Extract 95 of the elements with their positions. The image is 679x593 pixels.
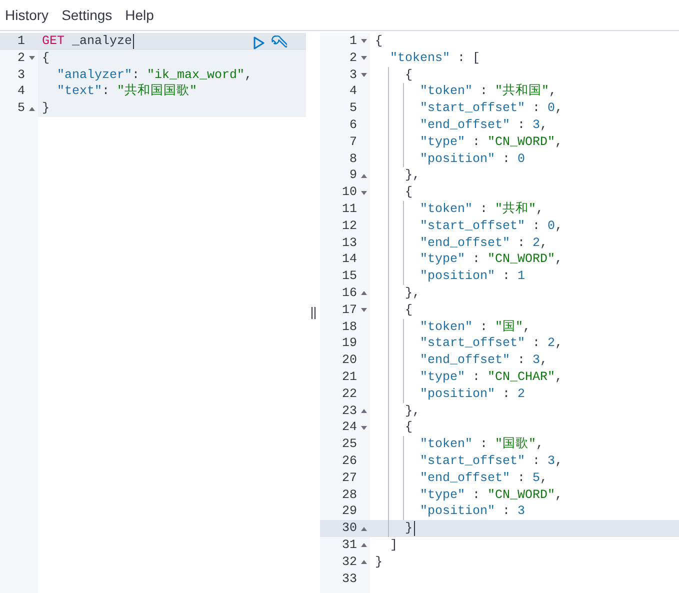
fold-icon[interactable] <box>360 291 366 296</box>
code-line: "end_offset" : 3, <box>419 352 548 369</box>
code-line: "token" : "国", <box>419 318 531 336</box>
line-number: 26 <box>340 452 357 470</box>
line-number: 8 <box>348 150 357 168</box>
line-number: 5 <box>16 100 25 117</box>
code-line: "end_offset" : 3, <box>419 116 548 134</box>
line-number: 24 <box>340 419 357 436</box>
code-line: } <box>42 100 50 117</box>
code-line: { <box>404 66 413 84</box>
code-line: ] <box>389 536 398 554</box>
code-line: } <box>404 520 413 537</box>
line-number: 29 <box>340 503 357 520</box>
code-line: "token" : "国歌", <box>419 436 544 453</box>
line-number: 25 <box>340 436 357 453</box>
line-number: 12 <box>340 218 357 235</box>
line-number: 3 <box>16 66 25 84</box>
line-number: 10 <box>340 184 357 201</box>
line-number: 22 <box>340 386 357 403</box>
code-line: "type" : "CN_WORD", <box>419 251 563 268</box>
code-line: { <box>404 302 413 319</box>
code-line: "token" : "共和国", <box>419 83 557 100</box>
code-line: } <box>375 554 383 570</box>
line-number: 33 <box>340 570 357 588</box>
line-number: 15 <box>340 268 357 285</box>
fold-icon[interactable] <box>360 308 366 312</box>
line-number: 5 <box>348 100 357 117</box>
fold-icon[interactable] <box>28 56 34 60</box>
line-number: 18 <box>340 318 357 336</box>
menu-item[interactable]: History <box>0 7 54 23</box>
line-number: 20 <box>340 352 357 369</box>
fold-icon[interactable] <box>360 190 366 195</box>
fold-icon[interactable] <box>360 72 366 77</box>
code-line: "position" : 1 <box>419 268 526 285</box>
code-line: "start_offset" : 3, <box>419 452 563 470</box>
code-line: }, <box>404 167 420 184</box>
line-number: 23 <box>340 402 357 420</box>
run-button[interactable] <box>251 35 267 51</box>
line-number: 2 <box>348 50 357 67</box>
line-number: 4 <box>16 83 25 100</box>
code-line: "type" : "CN_WORD", <box>419 486 563 504</box>
line-number: 31 <box>340 536 357 554</box>
line-number: 30 <box>340 520 357 537</box>
code-line: }, <box>404 402 420 420</box>
code-line: "type" : "CN_CHAR", <box>419 368 563 386</box>
code-line: "end_offset" : 5, <box>419 470 548 487</box>
fold-icon[interactable] <box>360 174 366 178</box>
line-number: 21 <box>340 368 357 386</box>
code-line: "start_offset" : 0, <box>419 218 563 235</box>
code-line: "type" : "CN_WORD", <box>419 134 563 151</box>
line-number: 19 <box>340 335 357 352</box>
play-icon <box>253 36 265 50</box>
code-line: { <box>404 419 413 436</box>
fold-icon[interactable] <box>360 56 366 60</box>
code-line: "position" : 2 <box>419 386 526 403</box>
line-number: 27 <box>340 470 357 487</box>
fold-icon[interactable] <box>360 543 366 548</box>
line-number: 16 <box>340 284 357 302</box>
fold-icon[interactable] <box>28 106 34 111</box>
line-number: 13 <box>340 234 357 252</box>
code-line: "position" : 3 <box>419 503 526 520</box>
code-line: "end_offset" : 2, <box>419 234 548 252</box>
line-number: 6 <box>348 116 357 134</box>
line-number: 3 <box>348 66 357 84</box>
line-number: 32 <box>340 554 357 570</box>
fold-icon[interactable] <box>360 426 366 430</box>
line-number: 28 <box>340 486 357 504</box>
code-line: { <box>375 33 383 50</box>
code-line: { <box>42 50 50 67</box>
fold-icon[interactable] <box>360 560 366 564</box>
code-line: "text": "共和国国歌" <box>56 83 198 100</box>
menu-item[interactable]: Help <box>120 7 159 23</box>
code-line: { <box>404 184 413 201</box>
line-number: 11 <box>340 200 357 218</box>
code-line: GET _analyze <box>42 33 132 50</box>
code-line: "token" : "共和", <box>419 200 544 218</box>
fold-icon[interactable] <box>360 39 366 44</box>
line-number: 1 <box>16 33 25 50</box>
line-number: 7 <box>348 134 357 151</box>
resize-handle[interactable] <box>310 307 316 319</box>
code-line: "position" : 0 <box>419 150 526 168</box>
line-number: 4 <box>348 83 357 100</box>
code-line: "analyzer": "ik_max_word", <box>56 66 252 84</box>
line-number: 9 <box>348 167 357 184</box>
menu-item[interactable]: Settings <box>56 7 118 23</box>
line-number: 14 <box>340 251 357 268</box>
code-line: }, <box>404 284 420 302</box>
fold-icon[interactable] <box>360 526 366 530</box>
line-number: 1 <box>348 33 357 50</box>
code-line: "tokens" : [ <box>389 50 480 67</box>
line-number: 2 <box>16 50 25 67</box>
code-line: "start_offset" : 2, <box>419 335 563 352</box>
code-line: "start_offset" : 0, <box>419 100 563 117</box>
line-number: 17 <box>340 302 357 319</box>
fold-icon[interactable] <box>360 408 366 413</box>
